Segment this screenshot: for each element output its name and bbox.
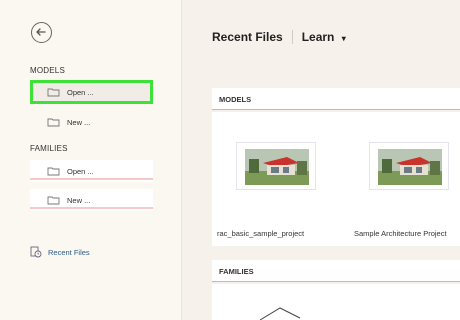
recent-files-label: Recent Files (48, 247, 90, 257)
sidebar: MODELS Open ... New ... FAMILIES Open ..… (0, 0, 182, 320)
models-panel-header: MODELS (212, 88, 460, 110)
learn-dropdown[interactable]: Learn ▾ (302, 30, 346, 44)
item-divider (30, 178, 153, 180)
models-section-label: MODELS (30, 66, 65, 75)
folder-open-icon (47, 167, 60, 176)
file-thumbnail[interactable] (369, 142, 449, 190)
families-new-label: New ... (67, 195, 91, 205)
header: Recent Files Learn ▾ (212, 30, 346, 44)
file-name[interactable]: rac_basic_sample_project (217, 229, 304, 238)
file-name[interactable]: Sample Architecture Project (354, 229, 447, 238)
main-area: Recent Files Learn ▾ MODELS rac_basic_sa… (182, 0, 460, 320)
folder-new-icon (47, 118, 60, 127)
learn-label: Learn (301, 30, 335, 44)
recent-files-link[interactable]: Recent Files (30, 246, 90, 258)
house-thumbnail-image (245, 149, 309, 185)
families-open-label: Open ... (67, 166, 94, 176)
chevron-down-icon: ▾ (341, 34, 346, 43)
family-thumbnail[interactable] (252, 302, 312, 320)
folder-new-icon (47, 196, 60, 205)
families-section-label: FAMILIES (30, 144, 68, 153)
recent-files-icon (30, 246, 42, 258)
back-button[interactable] (31, 22, 52, 43)
models-new-item[interactable]: New ... (30, 111, 153, 133)
families-panel-header: FAMILIES (212, 260, 460, 282)
families-panel (212, 284, 460, 320)
models-new-label: New ... (67, 117, 91, 127)
file-thumbnail[interactable] (236, 142, 316, 190)
page-title: Recent Files (212, 30, 283, 44)
item-divider (30, 207, 153, 209)
header-divider (291, 30, 293, 44)
models-panel: rac_basic_sample_project Sample Architec… (212, 112, 460, 246)
arrow-left-icon (36, 28, 46, 36)
house-thumbnail-image (378, 149, 442, 185)
selection-highlight (30, 80, 153, 104)
